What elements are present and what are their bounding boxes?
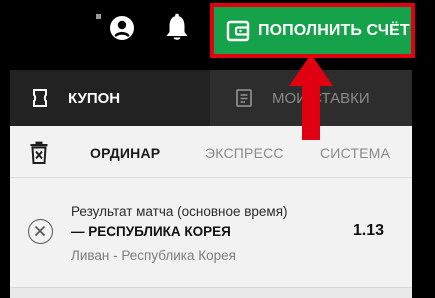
small-indicator [96, 14, 101, 19]
betting-app: ПОПОЛНИТЬ СЧЁТ КУПОН МОИ СТАВКИ ОРДИНАР … [0, 0, 435, 298]
user-icon[interactable] [108, 14, 136, 42]
bet-type-single[interactable]: ОРДИНАР [90, 145, 160, 161]
bet-type-system[interactable]: СИСТЕМА [320, 145, 390, 161]
trash-icon[interactable] [29, 141, 49, 164]
tab-my-bets-label: МОИ СТАВКИ [272, 89, 370, 107]
top-bar: ПОПОЛНИТЬ СЧЁТ [0, 0, 435, 70]
selection-outcome: — РЕСПУБЛИКА КОРЕЯ [71, 224, 231, 239]
tab-coupon[interactable]: КУПОН [10, 70, 210, 126]
remove-selection-button[interactable] [28, 219, 53, 244]
divider [10, 287, 412, 298]
market-name: Результат матча (основное время) [71, 204, 288, 219]
tab-my-bets[interactable]: МОИ СТАВКИ [210, 70, 412, 126]
selection-odds: 1.13 [352, 222, 384, 239]
deposit-button-label: ПОПОЛНИТЬ СЧЁТ [258, 21, 410, 39]
bet-slip-panel: КУПОН МОИ СТАВКИ ОРДИНАР ЭКСПРЕСС СИСТЕМ… [10, 70, 412, 298]
bet-slip-tabs: КУПОН МОИ СТАВКИ [10, 70, 412, 126]
close-icon [34, 225, 46, 237]
wallet-icon [226, 20, 250, 41]
tab-coupon-label: КУПОН [68, 89, 121, 107]
deposit-button[interactable]: ПОПОЛНИТЬ СЧЁТ [214, 7, 411, 54]
deposit-button-highlight: ПОПОЛНИТЬ СЧЁТ [210, 3, 415, 58]
bets-icon [236, 89, 252, 107]
bet-type-express[interactable]: ЭКСПРЕСС [205, 145, 284, 161]
bet-selection: Результат матча (основное время) — РЕСПУ… [10, 178, 412, 288]
bell-icon[interactable] [163, 13, 191, 43]
bet-type-selector: ОРДИНАР ЭКСПРЕСС СИСТЕМА [10, 126, 412, 178]
coupon-icon [33, 89, 47, 107]
event-name: Ливан - Республика Корея [71, 248, 236, 263]
